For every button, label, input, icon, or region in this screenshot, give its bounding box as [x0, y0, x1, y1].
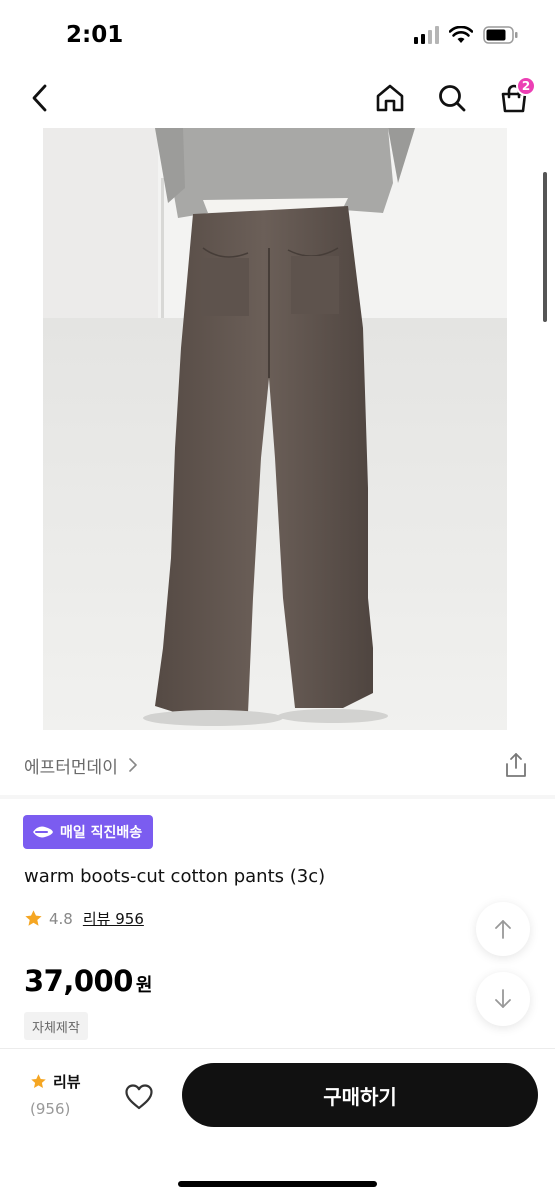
review-summary-count: (956) — [30, 1100, 71, 1118]
review-summary-label: 리뷰 — [53, 1073, 81, 1091]
battery-icon — [483, 26, 518, 44]
delivery-badge: 매일 직진배송 — [23, 815, 154, 849]
price-unit: 원 — [135, 975, 153, 996]
scroll-down-button[interactable] — [476, 972, 530, 1026]
home-indicator — [178, 1181, 377, 1187]
chevron-left-icon — [32, 84, 47, 112]
brand-row: 에프터먼데이 — [24, 748, 530, 782]
delivery-badge-label: 매일 직진배송 — [60, 825, 143, 841]
product-name: warm boots-cut cotton pants (3c) — [24, 866, 326, 887]
star-icon — [25, 910, 42, 926]
status-bar: 2:01 — [0, 0, 555, 70]
heart-icon — [125, 1084, 153, 1110]
brand-link[interactable]: 에프터먼데이 — [24, 753, 138, 778]
fast-delivery-icon — [33, 826, 53, 838]
nav-bar: 2 — [0, 70, 555, 128]
scroll-up-button[interactable] — [476, 902, 530, 956]
scrollbar[interactable] — [543, 172, 547, 322]
arrow-up-icon — [495, 920, 511, 939]
home-button[interactable] — [372, 80, 408, 116]
price: 37,000 — [24, 964, 133, 998]
product-image[interactable] — [43, 128, 507, 730]
like-button[interactable] — [120, 1079, 158, 1115]
status-time: 2:01 — [66, 22, 124, 48]
review-link[interactable]: 리뷰 956 — [83, 908, 144, 929]
cart-button[interactable]: 2 — [496, 76, 536, 116]
product-photo — [43, 128, 507, 730]
status-icons — [414, 26, 519, 44]
bottom-action-bar: 리뷰 (956) 구매하기 — [0, 1048, 555, 1200]
share-icon — [506, 753, 526, 777]
section-divider — [0, 795, 555, 799]
search-button[interactable] — [434, 80, 470, 116]
chevron-right-icon — [129, 758, 137, 772]
arrow-down-icon — [495, 989, 511, 1008]
star-icon — [31, 1074, 46, 1088]
price-row: 37,000 원 — [24, 964, 152, 998]
back-button[interactable] — [22, 80, 58, 116]
review-summary[interactable]: 리뷰 (956) — [30, 1071, 90, 1118]
buy-button[interactable]: 구매하기 — [182, 1063, 538, 1127]
share-button[interactable] — [502, 751, 530, 779]
search-icon — [439, 85, 466, 112]
home-icon — [376, 84, 404, 112]
product-tag: 자체제작 — [24, 1012, 88, 1040]
brand-name: 에프터먼데이 — [24, 757, 118, 778]
rating-row: 4.8 리뷰 956 — [24, 908, 144, 929]
wifi-icon — [449, 26, 473, 43]
cart-count-badge: 2 — [516, 76, 536, 96]
cellular-signal-icon — [414, 26, 439, 44]
rating-value: 4.8 — [49, 909, 73, 928]
